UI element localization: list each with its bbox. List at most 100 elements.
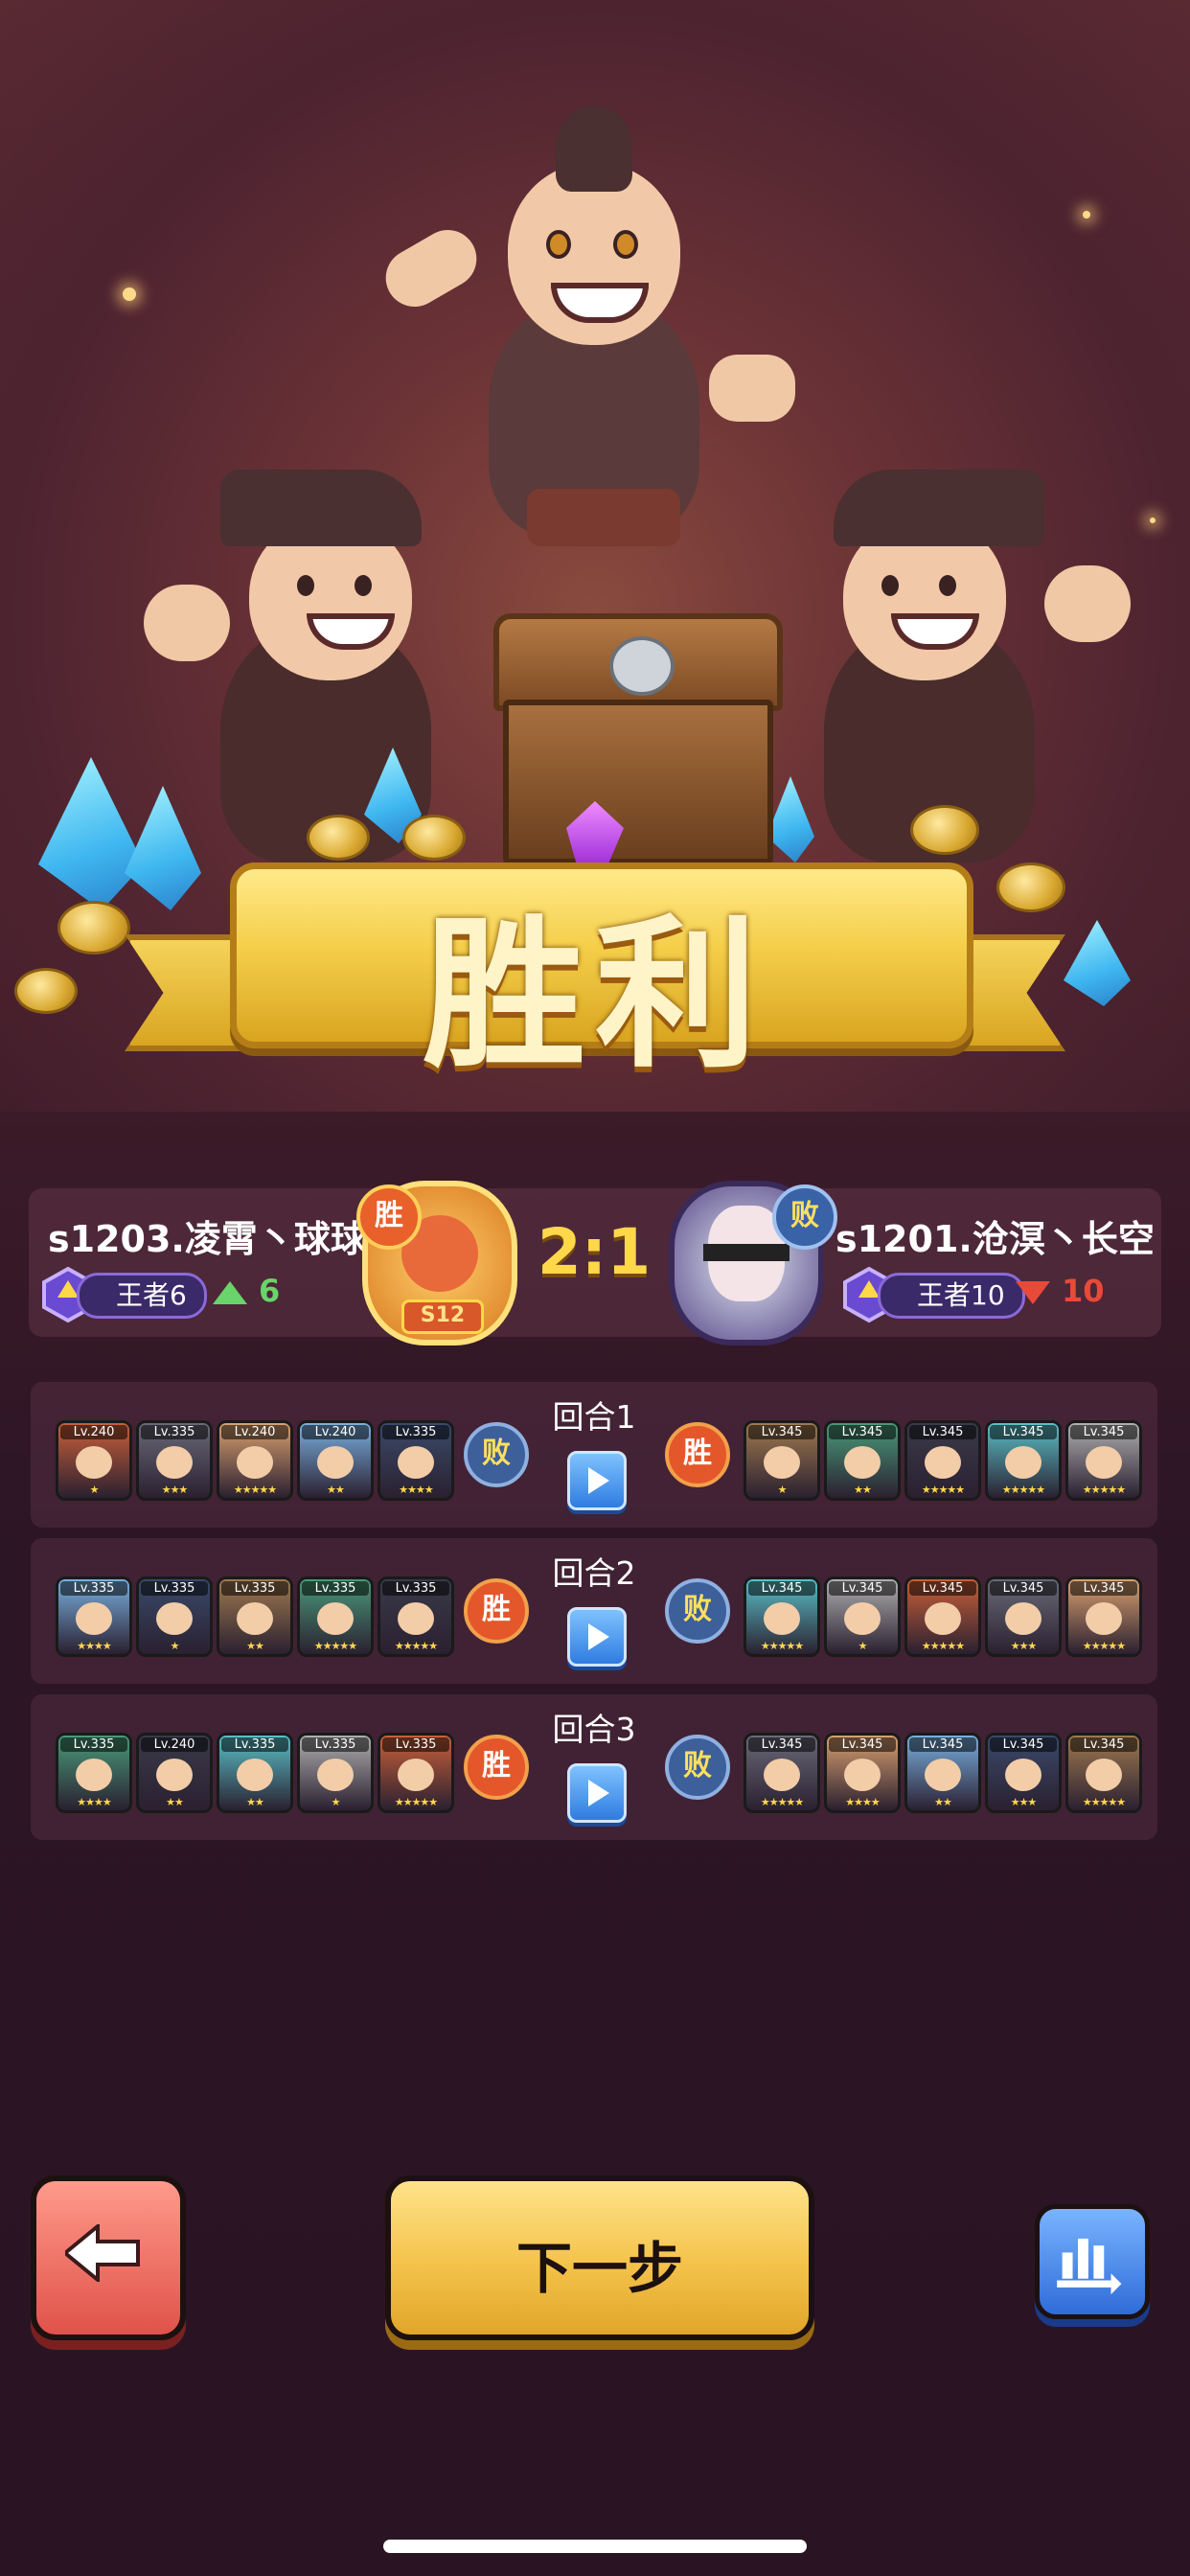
left-hero-portrait[interactable]: Lv.240 ★ <box>56 1420 132 1501</box>
right-hero-portrait[interactable]: Lv.345 ★★★★★ <box>904 1576 981 1657</box>
right-lose-tag: 败 <box>772 1184 837 1250</box>
left-hero-portrait[interactable]: Lv.335 ★★★★ <box>56 1733 132 1813</box>
match-score: 2:1 <box>537 1215 652 1289</box>
hero-stars: ★★★★★ <box>760 1796 804 1808</box>
right-hero-portrait[interactable]: Lv.345 ★ <box>824 1576 901 1657</box>
replay-play-button[interactable] <box>567 1763 627 1823</box>
right-hero-portrait[interactable]: Lv.345 ★★★★★ <box>1065 1733 1142 1813</box>
right-hero-portrait[interactable]: Lv.345 ★ <box>744 1420 820 1501</box>
hero-face <box>317 1446 354 1479</box>
hero-level: Lv.335 <box>302 1737 369 1752</box>
left-hero-portrait[interactable]: Lv.335 ★★★★★ <box>297 1576 374 1657</box>
left-round-result-tag: 胜 <box>464 1578 529 1644</box>
left-rank-badge: 王者6 <box>77 1273 207 1319</box>
round-row: 回合1 Lv.240 ★ Lv.335 ★★★ Lv.240 ★★★★★ Lv.240 ★★ Lv… <box>31 1382 1157 1528</box>
sparkle <box>123 288 136 301</box>
hero-face <box>76 1759 112 1791</box>
hero-face <box>76 1446 112 1479</box>
round-label: 回合1 <box>552 1398 636 1436</box>
right-hero-portrait[interactable]: Lv.345 ★★★★★ <box>1065 1420 1142 1501</box>
left-hero-portrait[interactable]: Lv.335 ★★★★ <box>378 1420 454 1501</box>
hero-level: Lv.335 <box>302 1581 369 1596</box>
hero-face <box>156 1446 193 1479</box>
left-hero-portrait[interactable]: Lv.335 ★★★★★ <box>378 1576 454 1657</box>
left-hero-portrait[interactable]: Lv.335 ★★★ <box>136 1420 213 1501</box>
blindfold <box>703 1244 790 1261</box>
hero-level: Lv.345 <box>1070 1581 1137 1596</box>
hero-level: Lv.345 <box>909 1581 976 1596</box>
home-indicator[interactable] <box>383 2540 807 2553</box>
bar-chart-icon <box>1057 2238 1122 2295</box>
hero-stars: ★★★ <box>1010 1796 1038 1808</box>
hero-stars: ★★ <box>327 1484 345 1496</box>
hero-stars: ★★ <box>246 1796 264 1808</box>
hero-face <box>925 1602 961 1635</box>
hero-stars: ★ <box>858 1640 868 1652</box>
round-row: 回合3 Lv.335 ★★★★ Lv.240 ★★ Lv.335 ★★ Lv.335 ★ Lv.3… <box>31 1694 1157 1840</box>
right-rank-change-value: 10 <box>1062 1273 1105 1309</box>
left-round-result-tag: 败 <box>464 1422 529 1487</box>
round-label: 回合3 <box>552 1711 636 1748</box>
hero-face <box>398 1759 434 1791</box>
replay-play-button[interactable] <box>567 1451 627 1510</box>
stats-button[interactable] <box>1035 2204 1150 2319</box>
left-hero-portrait[interactable]: Lv.335 ★★★★★ <box>378 1733 454 1813</box>
hero-stars: ★ <box>170 1640 180 1652</box>
victory-title: 胜利 <box>422 901 767 1091</box>
back-button[interactable] <box>31 2175 186 2340</box>
hero-face <box>925 1759 961 1791</box>
hero-level: Lv.345 <box>909 1737 976 1752</box>
right-hero-portrait[interactable]: Lv.345 ★★★★★ <box>904 1420 981 1501</box>
hero-level: Lv.240 <box>221 1425 288 1439</box>
season-badge: S12 <box>401 1300 484 1334</box>
hero-stars: ★ <box>777 1484 788 1496</box>
right-hero-portrait[interactable]: Lv.345 ★★★★ <box>824 1733 901 1813</box>
hero-stars: ★★ <box>854 1484 872 1496</box>
left-hero-portrait[interactable]: Lv.240 ★★★★★ <box>217 1420 293 1501</box>
hero-stars: ★★★ <box>161 1484 189 1496</box>
right-hero-portrait[interactable]: Lv.345 ★★★★★ <box>1065 1576 1142 1657</box>
hero-level: Lv.345 <box>909 1425 976 1439</box>
right-round-result-tag: 胜 <box>665 1422 730 1487</box>
left-hero-portrait[interactable]: Lv.335 ★★★★ <box>56 1576 132 1657</box>
left-hero-portrait[interactable]: Lv.335 ★★ <box>217 1576 293 1657</box>
hero-level: Lv.335 <box>382 1425 449 1439</box>
left-win-tag: 胜 <box>356 1184 422 1250</box>
hero-level: Lv.345 <box>990 1737 1057 1752</box>
left-hero-portrait[interactable]: Lv.335 ★ <box>297 1733 374 1813</box>
right-hero-portrait[interactable]: Lv.345 ★★★★★ <box>985 1420 1062 1501</box>
coin <box>57 901 130 954</box>
hero-face <box>1005 1602 1041 1635</box>
right-hero-portrait[interactable]: Lv.345 ★★ <box>824 1420 901 1501</box>
right-hero-portrait[interactable]: Lv.345 ★★★★★ <box>744 1733 820 1813</box>
right-hero-portrait[interactable]: Lv.345 ★★★ <box>985 1733 1062 1813</box>
next-button[interactable]: 下一步 <box>385 2175 814 2340</box>
coin <box>14 968 78 1014</box>
hero-level: Lv.345 <box>1070 1425 1137 1439</box>
hero-level: Lv.345 <box>748 1737 815 1752</box>
left-hero-portrait[interactable]: Lv.335 ★★ <box>217 1733 293 1813</box>
hero-stars: ★★★ <box>1010 1640 1038 1652</box>
hero-face <box>1086 1446 1122 1479</box>
left-hero-portrait[interactable]: Lv.335 ★ <box>136 1576 213 1657</box>
hero-level: Lv.345 <box>748 1581 815 1596</box>
hero-face <box>317 1759 354 1791</box>
hero-face <box>764 1446 800 1479</box>
next-button-label: 下一步 <box>515 2236 683 2301</box>
hero-face <box>844 1759 881 1791</box>
left-hero-portrait[interactable]: Lv.240 ★★ <box>136 1733 213 1813</box>
replay-play-button[interactable] <box>567 1607 627 1667</box>
hero-face <box>237 1602 273 1635</box>
hero-level: Lv.335 <box>221 1737 288 1752</box>
hero-face <box>1005 1759 1041 1791</box>
right-hero-portrait[interactable]: Lv.345 ★★★ <box>985 1576 1062 1657</box>
left-hero-portrait[interactable]: Lv.240 ★★ <box>297 1420 374 1501</box>
right-hero-portrait[interactable]: Lv.345 ★★ <box>904 1733 981 1813</box>
hero-face <box>844 1446 881 1479</box>
hero-stars: ★★★★★ <box>1082 1796 1126 1808</box>
hero-stars: ★★★★ <box>399 1484 433 1496</box>
arrow-down-icon <box>1016 1281 1050 1304</box>
right-hero-portrait[interactable]: Lv.345 ★★★★★ <box>744 1576 820 1657</box>
hero-face <box>237 1446 273 1479</box>
hero-stars: ★★★★★ <box>1001 1484 1045 1496</box>
